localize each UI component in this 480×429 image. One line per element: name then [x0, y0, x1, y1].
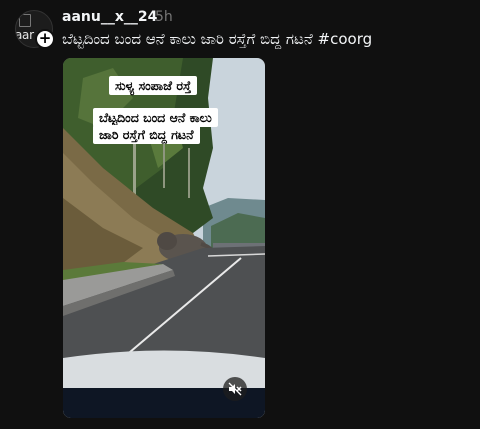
speaker-muted-icon: [228, 382, 242, 396]
broken-image-icon: [19, 14, 31, 27]
follow-plus-icon[interactable]: +: [35, 29, 55, 49]
video-overlay-line-2: ಜಾರಿ ರಸ್ತೆಗೆ ಬಿದ್ದ ಗಟನೆ: [93, 125, 200, 144]
video-overlay-title: ಸುಳ್ಯ ಸಂಪಾಜೆ ರಸ್ತೆ: [109, 76, 198, 95]
username[interactable]: aanu__x__24: [62, 9, 157, 25]
mute-button[interactable]: [223, 377, 247, 401]
avatar-alt-text: aar: [15, 28, 34, 42]
post-timestamp[interactable]: 5h: [155, 9, 173, 25]
video-player[interactable]: ಸುಳ್ಯ ಸಂಪಾಜೆ ರಸ್ತೆ ಬೆಟ್ಟದಿಂದ ಬಂದ ಆನೆ ಕಾಲ…: [63, 58, 265, 418]
post-caption: ಬೆಟ್ಟದಿಂದ ಬಂದ ಆನೆ ಕಾಲು ಜಾರಿ ರಸ್ತೆಗೆ ಬಿದ್…: [62, 30, 373, 48]
